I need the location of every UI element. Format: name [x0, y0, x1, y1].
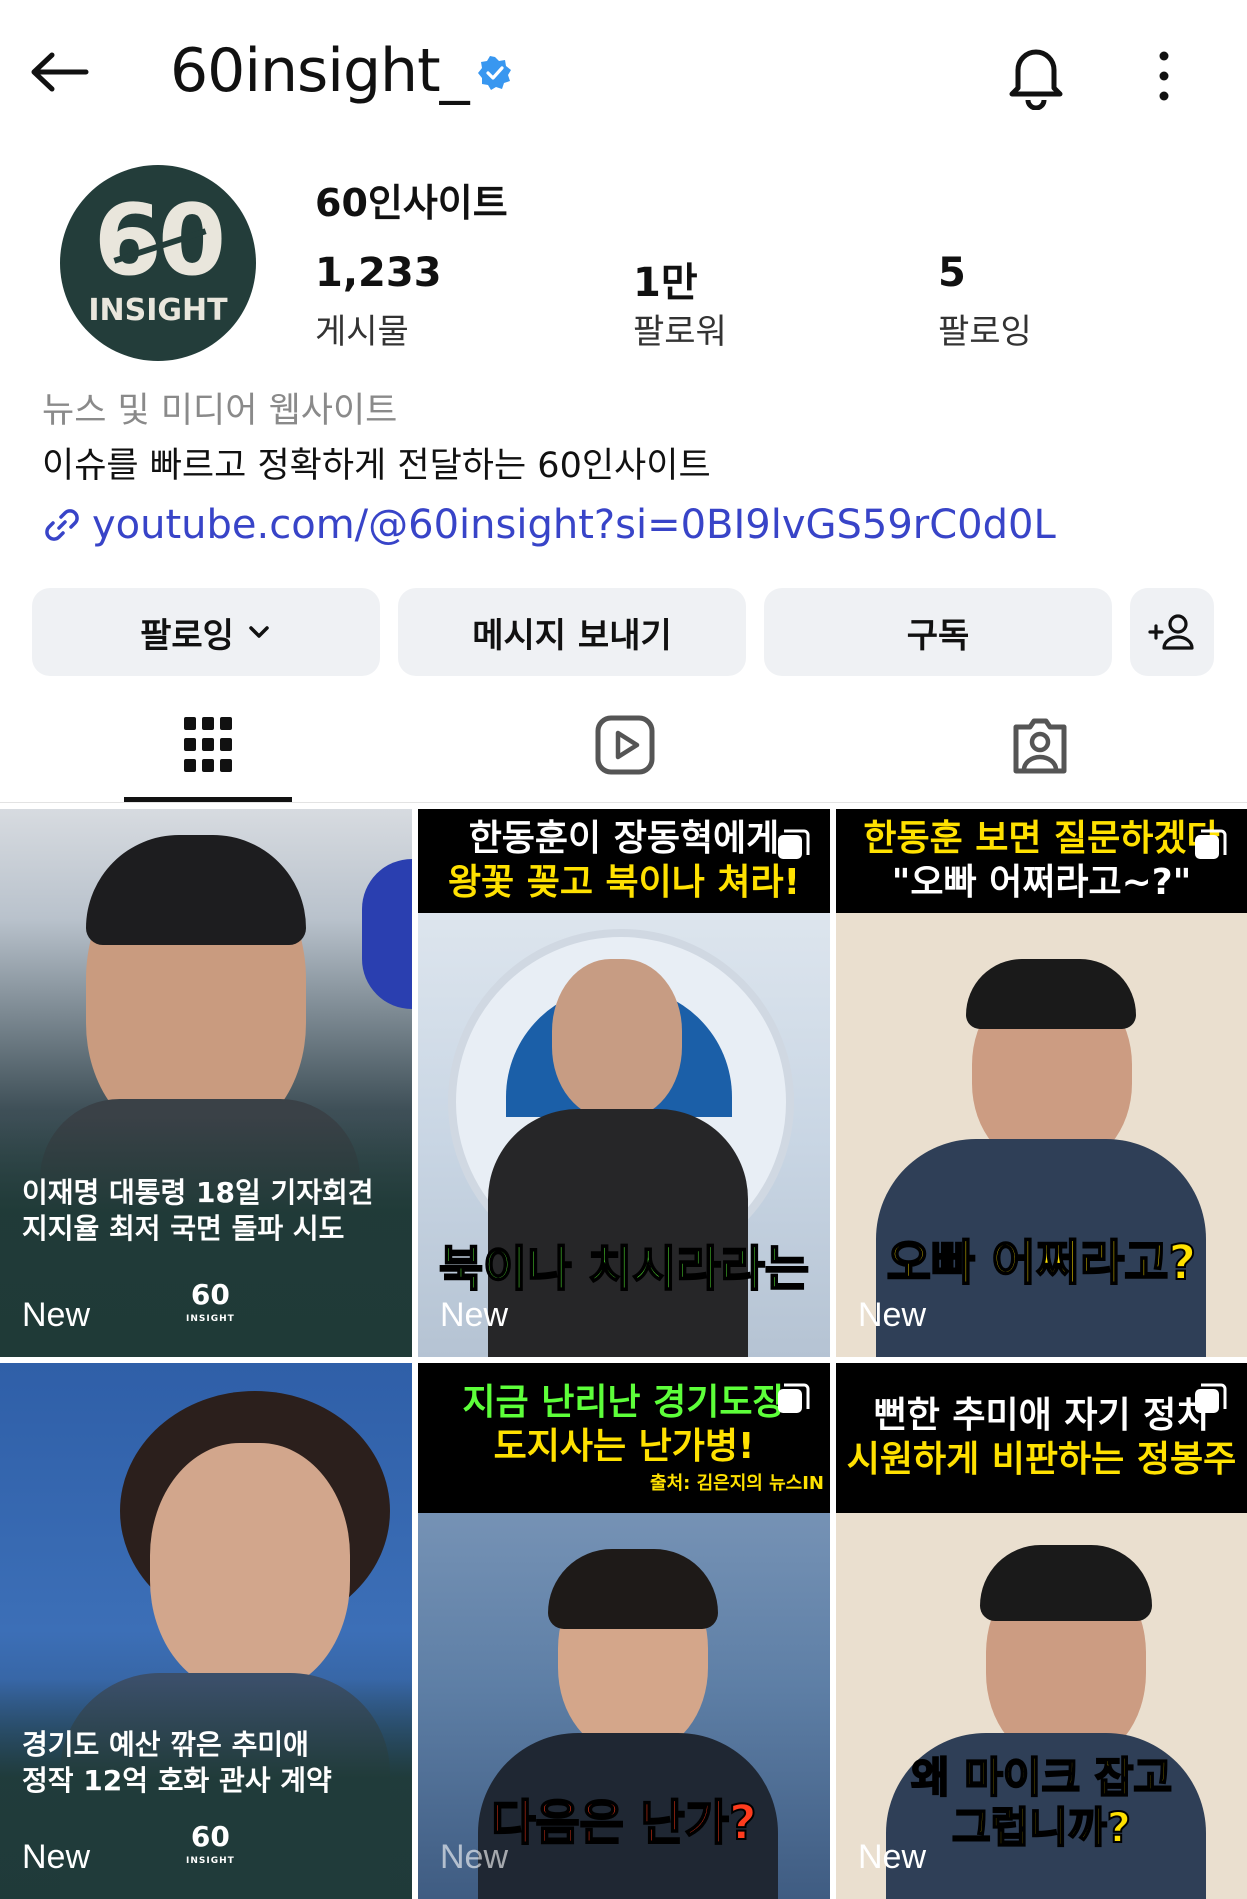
- post-photo-hair: [966, 959, 1136, 1029]
- following-button[interactable]: 팔로잉: [32, 588, 380, 676]
- post-new-badge: New: [440, 1838, 509, 1876]
- post-logo: 60 INSIGHT: [186, 1823, 235, 1873]
- post-thumbnail-5[interactable]: 지금 난리난 경기도장 도지사는 난가병! 출처: 김은지의 뉴스IN 다음은 …: [418, 1363, 830, 1899]
- suggested-accounts-button[interactable]: [1130, 588, 1214, 676]
- following-count[interactable]: 5: [938, 250, 966, 296]
- post-caption-box: 한동훈 보면 질문하겠다 "오빠 어쩌라고~?": [836, 809, 1247, 913]
- tab-reels[interactable]: [565, 700, 685, 790]
- post-headline-line: 경기도 예산 깎은 추미애: [22, 1728, 309, 1761]
- followers-count[interactable]: 1만: [633, 250, 698, 308]
- post-caption-line: 도지사는 난가병!: [493, 1426, 755, 1467]
- post-caption-line: 지금 난리난 경기도장: [462, 1382, 786, 1423]
- subscribe-button[interactable]: 구독: [764, 588, 1112, 676]
- post-new-badge: New: [22, 1296, 91, 1334]
- posts-label[interactable]: 게시물: [315, 304, 409, 353]
- arrow-left-icon: [31, 52, 89, 92]
- chevron-down-icon: [249, 626, 269, 638]
- tagged-person-icon: [1013, 718, 1067, 774]
- posts-count[interactable]: 1,233: [315, 250, 442, 296]
- post-photo-flag: [362, 859, 412, 1009]
- post-headline: 경기도 예산 깎은 추미애 정작 12억 호화 관사 계약: [22, 1727, 332, 1799]
- grid-icon: [184, 717, 232, 772]
- post-headline-line: 지지율 최저 국면 돌파 시도: [22, 1212, 345, 1245]
- carousel-icon: [778, 1383, 810, 1413]
- profile-category: 뉴스 및 미디어 웹사이트: [42, 391, 398, 431]
- post-photo-hair: [548, 1549, 718, 1629]
- following-label[interactable]: 팔로잉: [938, 304, 1032, 353]
- post-caption-line: 왕꽃 꽂고 북이나 쳐라!: [447, 862, 801, 903]
- following-button-label: 팔로잉: [140, 615, 234, 656]
- post-logo-text: INSIGHT: [186, 1856, 235, 1866]
- post-new-badge: New: [22, 1838, 91, 1876]
- post-thumbnail-2[interactable]: 한동훈이 장동혁에게 왕꽃 꽂고 북이나 쳐라! 북이나 치시라라는 New: [418, 809, 830, 1357]
- carousel-icon: [1195, 829, 1227, 859]
- post-photo-hair: [980, 1545, 1152, 1621]
- followers-label[interactable]: 팔로워: [633, 304, 727, 353]
- vertical-dots-icon: [1159, 51, 1169, 101]
- avatar-logo-text: INSIGHT: [88, 293, 228, 328]
- post-caption-line: 뻔한 추미애 자기 정치: [873, 1395, 1210, 1436]
- post-caption-line: 한동훈이 장동혁에게: [468, 818, 780, 859]
- avatar-logo-number: 60: [93, 184, 226, 298]
- post-subtitle: 북이나 치시라라는: [438, 1240, 810, 1298]
- profile-username: 60insight_: [170, 36, 470, 106]
- carousel-icon: [778, 829, 810, 859]
- post-logo: 60 INSIGHT: [186, 1281, 235, 1331]
- subscribe-button-label: 구독: [906, 615, 970, 656]
- profile-link[interactable]: youtube.com/@60insight?si=0BI9lvGS59rC0d…: [42, 502, 1056, 548]
- post-photo-hair: [86, 835, 306, 945]
- post-caption-line: 시원하게 비판하는 정봉주: [846, 1439, 1237, 1480]
- post-new-badge: New: [440, 1296, 509, 1334]
- message-button[interactable]: 메시지 보내기: [398, 588, 746, 676]
- post-subtitle: 오빠 어쩌라고?: [886, 1234, 1198, 1292]
- post-source-credit: 출처: 김은지의 뉴스IN: [650, 1473, 824, 1494]
- post-caption-box: 한동훈이 장동혁에게 왕꽃 꽂고 북이나 쳐라!: [418, 809, 830, 913]
- post-caption-line: 한동훈 보면 질문하겠다: [863, 818, 1220, 859]
- post-thumbnail-6[interactable]: 뻔한 추미애 자기 정치 시원하게 비판하는 정봉주 왜 마이크 잡고 그럽니까…: [836, 1363, 1247, 1899]
- carousel-icon: [1195, 1383, 1227, 1413]
- tab-posts-grid[interactable]: [148, 700, 268, 790]
- post-thumbnail-4[interactable]: 경기도 예산 깎은 추미애 정작 12억 호화 관사 계약 60 INSIGHT…: [0, 1363, 412, 1899]
- post-thumbnail-1[interactable]: 이재명 대통령 18일 기자회견 지지율 최저 국면 돌파 시도 60 INSI…: [0, 809, 412, 1357]
- message-button-label: 메시지 보내기: [472, 615, 672, 656]
- post-photo-person: [552, 959, 682, 1119]
- profile-avatar[interactable]: 60 INSIGHT: [60, 165, 256, 361]
- verified-badge-icon: [478, 56, 512, 90]
- post-caption-box: 뻔한 추미애 자기 정치 시원하게 비판하는 정봉주: [836, 1363, 1247, 1513]
- tab-divider: [0, 802, 1247, 803]
- post-new-badge: New: [858, 1838, 927, 1876]
- reels-play-icon: [595, 715, 655, 775]
- post-headline-line: 정작 12억 호화 관사 계약: [22, 1764, 332, 1797]
- profile-bio: 이슈를 빠르고 정확하게 전달하는 60인사이트: [42, 446, 711, 486]
- post-headline-line: 이재명 대통령 18일 기자회견: [22, 1176, 374, 1209]
- profile-link-text[interactable]: youtube.com/@60insight?si=0BI9lvGS59rC0d…: [92, 502, 1056, 548]
- post-photo-person: [150, 1443, 350, 1693]
- back-button[interactable]: [30, 44, 94, 100]
- post-caption-line: "오빠 어쩌라고~?": [891, 862, 1192, 903]
- link-icon: [45, 509, 79, 541]
- post-new-badge: New: [858, 1296, 927, 1334]
- tab-tagged[interactable]: [980, 700, 1100, 790]
- post-headline: 이재명 대통령 18일 기자회견 지지율 최저 국면 돌파 시도: [22, 1175, 374, 1247]
- add-person-icon: [1148, 614, 1194, 650]
- post-logo-text: INSIGHT: [186, 1314, 235, 1324]
- bell-icon: [1009, 49, 1063, 111]
- notification-bell-button[interactable]: [1004, 40, 1068, 111]
- profile-display-name: 60인사이트: [315, 181, 508, 225]
- post-thumbnail-3[interactable]: 한동훈 보면 질문하겠다 "오빠 어쩌라고~?" 오빠 어쩌라고? New: [836, 809, 1247, 1357]
- more-options-button[interactable]: [1146, 48, 1182, 104]
- post-caption-box: 지금 난리난 경기도장 도지사는 난가병! 출처: 김은지의 뉴스IN: [418, 1363, 830, 1513]
